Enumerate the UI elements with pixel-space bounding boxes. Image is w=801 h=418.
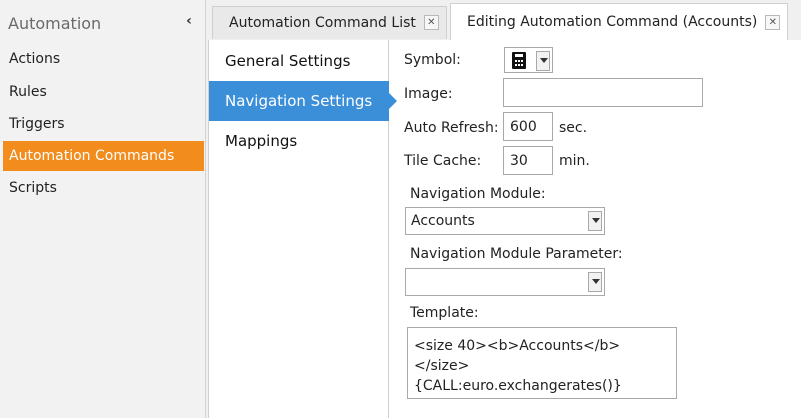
symbol-label: Symbol: xyxy=(404,52,461,68)
sidebar-item-rules[interactable]: Rules xyxy=(3,77,204,107)
navigation-module-parameter-label: Navigation Module Parameter: xyxy=(410,246,623,262)
tab-automation-command-list[interactable]: Automation Command List ✕ xyxy=(212,6,447,39)
sidebar-item-triggers[interactable]: Triggers xyxy=(3,109,204,139)
template-label: Template: xyxy=(410,305,479,321)
chevron-down-icon xyxy=(592,218,600,223)
navigation-module-parameter-dropdown-button[interactable] xyxy=(588,272,602,292)
tab-label: Automation Command List xyxy=(229,15,416,31)
close-icon[interactable]: ✕ xyxy=(423,15,439,30)
sidebar-item-actions[interactable]: Actions xyxy=(3,44,204,74)
navigation-module-dropdown-button[interactable] xyxy=(588,211,602,231)
chevron-down-icon xyxy=(540,58,548,63)
tab-label: Editing Automation Command (Accounts) xyxy=(467,14,758,30)
chevron-down-icon xyxy=(592,279,600,284)
tile-cache-input[interactable] xyxy=(503,146,553,175)
navigation-module-select[interactable]: Accounts xyxy=(405,207,605,235)
auto-refresh-unit: sec. xyxy=(559,120,588,136)
image-label: Image: xyxy=(404,86,453,102)
tile-cache-unit: min. xyxy=(559,153,590,169)
template-textarea[interactable]: <size 40><b>Accounts</b></size> {CALL:eu… xyxy=(407,327,677,399)
auto-refresh-label: Auto Refresh: xyxy=(404,120,499,136)
settings-nav: General Settings Navigation Settings Map… xyxy=(209,40,397,418)
tab-editing-automation-command[interactable]: Editing Automation Command (Accounts) ✕ xyxy=(450,3,789,41)
auto-refresh-input[interactable] xyxy=(503,112,553,141)
navigation-module-label: Navigation Module: xyxy=(410,186,546,202)
navigation-module-parameter-select[interactable] xyxy=(405,268,605,296)
tile-cache-label: Tile Cache: xyxy=(404,153,482,169)
sidebar-item-automation-commands[interactable]: Automation Commands xyxy=(3,141,204,171)
symbol-select[interactable] xyxy=(504,47,553,73)
nav-item-mappings[interactable]: Mappings xyxy=(209,121,389,161)
nav-item-general-settings[interactable]: General Settings xyxy=(209,41,389,81)
close-icon[interactable]: ✕ xyxy=(765,14,781,30)
nav-item-label: Navigation Settings xyxy=(225,92,373,110)
image-input[interactable] xyxy=(503,78,703,107)
symbol-dropdown-button[interactable] xyxy=(536,51,550,71)
navigation-settings-form: Symbol: Image: Auto Refresh: sec. Tile C… xyxy=(390,40,801,418)
sidebar-item-scripts[interactable]: Scripts xyxy=(3,173,204,203)
sidebar-title: Automation xyxy=(8,14,102,33)
editor-content: General Settings Navigation Settings Map… xyxy=(208,40,801,418)
nav-item-navigation-settings[interactable]: Navigation Settings xyxy=(209,81,397,121)
calculator-icon xyxy=(512,52,526,69)
sidebar-header: Automation ‹ xyxy=(0,8,206,40)
collapse-chevron-icon[interactable]: ‹ xyxy=(183,13,195,29)
sidebar: Automation ‹ Actions Rules Triggers Auto… xyxy=(0,0,206,418)
navigation-module-value: Accounts xyxy=(411,213,475,229)
tab-bar: Automation Command List ✕ Editing Automa… xyxy=(206,0,801,41)
